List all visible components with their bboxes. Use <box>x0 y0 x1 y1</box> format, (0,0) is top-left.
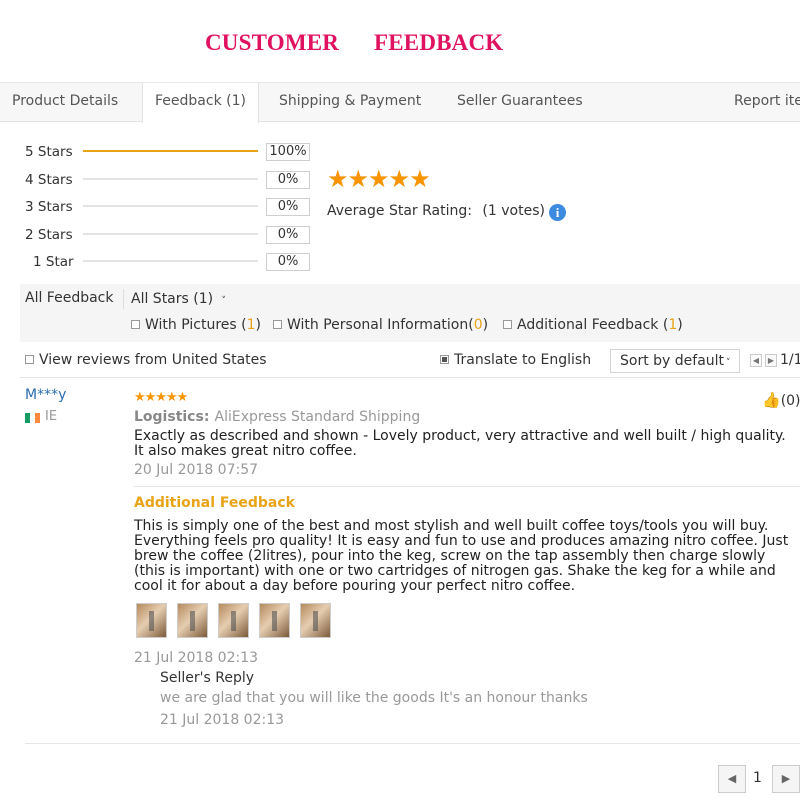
info-icon[interactable]: i <box>549 204 566 221</box>
filter-with-personal-info[interactable]: With Personal Information(0) <box>273 317 488 333</box>
dist-bar-1 <box>83 260 258 262</box>
translate-label: Translate to English <box>454 352 592 368</box>
review-photo-thumbnail[interactable] <box>136 603 167 638</box>
headline-customer: CUSTOMER <box>205 30 340 55</box>
with-pictures-label: With Pictures ( <box>145 317 247 333</box>
ireland-flag-icon <box>25 413 40 423</box>
page-headline: CUSTOMER FEEDBACK <box>0 30 800 60</box>
review-date: 20 Jul 2018 07:57 <box>134 462 259 478</box>
logistics-line: Logistics: AliExpress Standard Shipping <box>134 406 420 425</box>
current-page[interactable]: 1 <box>753 770 762 786</box>
additional-feedback-date: 21 Jul 2018 02:13 <box>134 650 259 666</box>
dist-bar-fill <box>83 150 258 152</box>
helpful-count: (0) <box>780 393 800 409</box>
section-divider <box>20 377 800 378</box>
dist-percent-3: 0% <box>266 198 310 216</box>
tab-shipping-payment[interactable]: Shipping & Payment <box>267 83 433 121</box>
additional-feedback-title: Additional Feedback <box>134 495 295 511</box>
filter-additional-feedback[interactable]: Additional Feedback (1) <box>503 317 683 333</box>
review-photo-thumbnail[interactable] <box>300 603 331 638</box>
with-personal-close: ) <box>482 317 489 333</box>
with-pictures-checkbox[interactable] <box>131 319 140 329</box>
average-stars-icon: ★★★★★ <box>327 165 431 193</box>
view-us-label: View reviews from United States <box>39 352 267 368</box>
average-rating-label: Average Star Rating: (1 votes) <box>327 203 545 219</box>
bottom-divider <box>25 743 800 744</box>
additional-feedback-close: ) <box>677 317 683 333</box>
dist-label-5: 5 Stars <box>25 144 73 160</box>
seller-reply-date: 21 Jul 2018 02:13 <box>160 712 285 728</box>
filter-all-stars-dropdown[interactable]: All Stars (1) ˅ <box>131 291 226 307</box>
votes-count: (1 votes) <box>482 203 545 219</box>
tab-bar: Product Details Feedback (1) Shipping & … <box>0 82 800 123</box>
dist-label-3: 3 Stars <box>25 199 73 215</box>
chevron-down-icon: ˅ <box>726 358 731 368</box>
tab-feedback[interactable]: Feedback (1) <box>142 83 259 123</box>
translate-checkbox[interactable] <box>440 354 449 364</box>
seller-reply-title: Seller's Reply <box>160 670 255 686</box>
translate-option[interactable]: Translate to English <box>440 352 591 368</box>
review-photo-thumbnail[interactable] <box>177 603 208 638</box>
tab-seller-guarantees[interactable]: Seller Guarantees <box>445 83 595 121</box>
tab-report-item[interactable]: Report ite <box>722 83 800 121</box>
with-pictures-count: 1 <box>246 317 256 333</box>
flag-stripe <box>35 413 40 423</box>
view-us-checkbox[interactable] <box>25 354 34 364</box>
dist-percent-1: 0% <box>266 253 310 271</box>
with-pictures-close: ) <box>255 317 261 333</box>
average-rating-text: Average Star Rating: <box>327 203 472 219</box>
review-photo-thumbnail[interactable] <box>218 603 249 638</box>
reviewer-country: IE <box>45 409 58 424</box>
filter-with-pictures[interactable]: With Pictures (1) <box>131 317 261 333</box>
review-stars-icon: ★★★★★ <box>134 390 188 405</box>
dist-bar-3 <box>83 205 258 207</box>
view-us-option[interactable]: View reviews from United States <box>25 352 267 368</box>
filter-all-stars-label: All Stars (1) <box>131 291 214 307</box>
review-text: Exactly as described and shown - Lovely … <box>134 428 786 459</box>
with-personal-checkbox[interactable] <box>273 319 282 329</box>
dist-label-1: 1 Star <box>33 254 74 270</box>
additional-feedback-text: This is simply one of the best and most … <box>134 518 789 594</box>
dist-bar-2 <box>83 233 258 235</box>
headline-feedback: FEEDBACK <box>374 30 504 55</box>
dist-bar-5 <box>83 150 258 152</box>
logistics-value: AliExpress Standard Shipping <box>214 409 421 425</box>
reviewer-name[interactable]: M***y <box>25 387 66 403</box>
chevron-down-icon: ˅ <box>221 296 227 306</box>
additional-feedback-label: Additional Feedback ( <box>517 317 669 333</box>
filter-divider <box>123 289 124 309</box>
review-photo-thumbnail[interactable] <box>259 603 290 638</box>
logistics-label: Logistics: <box>134 409 210 425</box>
with-personal-count: 0 <box>473 317 483 333</box>
dist-label-2: 2 Stars <box>25 227 73 243</box>
top-next-page-icon[interactable]: ▶ <box>765 354 777 367</box>
dist-label-4: 4 Stars <box>25 172 73 188</box>
dist-percent-2: 0% <box>266 226 310 244</box>
top-page-indicator: 1/1 <box>780 352 800 368</box>
prev-page-icon[interactable]: ◀ <box>718 765 746 793</box>
dist-percent-5: 100% <box>266 143 310 161</box>
filter-all-feedback[interactable]: All Feedback <box>25 290 113 306</box>
tab-product-details[interactable]: Product Details <box>0 83 130 121</box>
seller-reply-text: we are glad that you will like the goods… <box>160 690 588 706</box>
dist-percent-4: 0% <box>266 171 310 189</box>
next-page-icon[interactable]: ▶ <box>772 765 800 793</box>
helpful-button[interactable]: 👍(0) <box>762 390 800 409</box>
thumbs-up-icon: 👍 <box>762 391 781 409</box>
sort-label: Sort by default <box>620 353 725 369</box>
sort-dropdown[interactable]: Sort by default ˅ <box>610 349 740 373</box>
top-prev-page-icon[interactable]: ◀ <box>750 354 762 367</box>
additional-feedback-count: 1 <box>668 317 678 333</box>
review-divider <box>134 486 800 487</box>
additional-feedback-checkbox[interactable] <box>503 319 512 329</box>
with-personal-label: With Personal Information( <box>287 317 474 333</box>
dist-bar-4 <box>83 178 258 180</box>
